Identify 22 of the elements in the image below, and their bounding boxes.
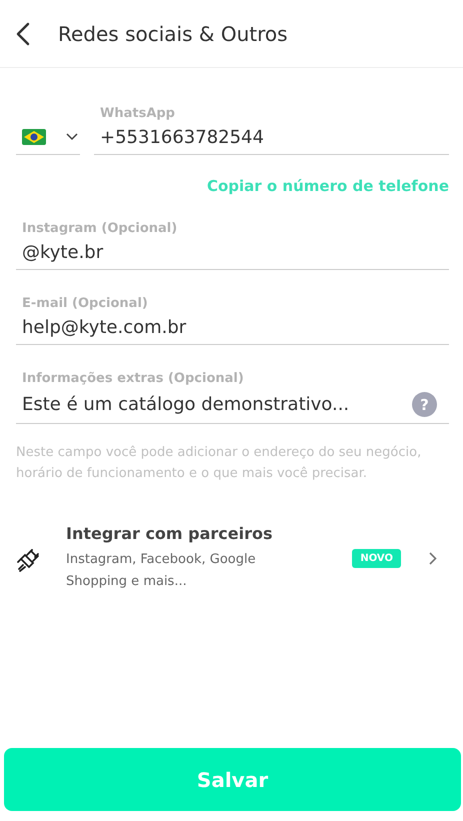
integration-item[interactable]: Integrar com parceiros Instagram, Facebook, Google Shopping e mais... NOVO bbox=[16, 524, 449, 593]
new-badge: NOVO bbox=[352, 549, 401, 568]
field-value: @kyte.br bbox=[22, 242, 104, 263]
chevron-right-icon bbox=[429, 552, 437, 565]
field-label: WhatsApp bbox=[100, 106, 176, 121]
whatsapp-field[interactable]: WhatsApp +5531663782544 bbox=[94, 106, 449, 155]
field-label: Instagram (Opcional) bbox=[22, 221, 178, 236]
field-value: +5531663782544 bbox=[100, 127, 265, 148]
text-field[interactable]: Instagram (Opcional) @kyte.br bbox=[16, 221, 449, 270]
back-icon[interactable] bbox=[16, 22, 30, 46]
page-title: Redes sociais & Outros bbox=[58, 22, 288, 46]
field-label: Informações extras (Opcional) bbox=[22, 371, 245, 386]
chevron-down-icon bbox=[66, 132, 78, 140]
text-field[interactable]: E-mail (Opcional) help@kyte.com.br bbox=[16, 296, 449, 345]
flag-icon bbox=[22, 128, 46, 144]
field-label: E-mail (Opcional) bbox=[22, 296, 149, 311]
text-field[interactable]: Informações extras (Opcional) Este é um catálogo demonstrativo... ? bbox=[16, 371, 449, 424]
field-value: help@kyte.com.br bbox=[22, 317, 186, 338]
item-subtitle: Instagram, Facebook, Google Shopping e mais... bbox=[66, 551, 257, 591]
item-title: Integrar com parceiros bbox=[66, 524, 274, 543]
field-value: Este é um catálogo demonstrativo... bbox=[22, 394, 350, 415]
hint-text: Neste campo você pode adicionar o endereço do seu negócio, horário de funcionamento e o que mais você precisar. bbox=[16, 444, 422, 483]
